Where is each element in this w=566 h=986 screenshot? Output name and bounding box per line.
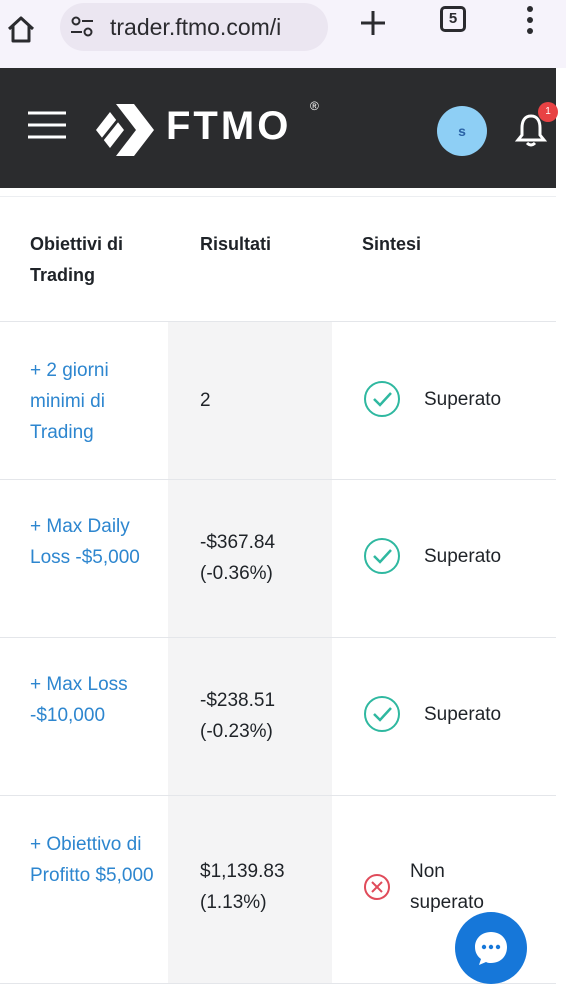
tune-icon[interactable] xyxy=(70,16,94,38)
ftmo-logo-icon[interactable] xyxy=(94,102,156,158)
result-value: -$238.51 (-0.23%) xyxy=(200,690,276,742)
avatar[interactable]: s xyxy=(437,106,487,156)
column-header-goal: Obiettivi di Trading xyxy=(30,234,124,285)
registered-mark: ® xyxy=(310,99,319,113)
status-cell: Superato xyxy=(362,379,501,419)
status-cell: Non superato xyxy=(362,856,506,918)
result-value: -$367.84 (-0.36%) xyxy=(200,532,276,584)
brand-name[interactable]: FTMO xyxy=(166,104,291,149)
table-row: + 2 giorni minimi di Trading 2 Superato xyxy=(0,322,556,480)
chat-button[interactable] xyxy=(455,912,527,984)
status-cell: Superato xyxy=(362,694,501,734)
goal-link[interactable]: + Max Daily Loss -$5,000 xyxy=(30,511,160,573)
app-header: FTMO ® s 1 xyxy=(0,68,558,188)
table-row: + Max Loss -$10,000 -$238.51 (-0.23%) Su… xyxy=(0,638,556,796)
chat-bubble-icon xyxy=(475,932,507,965)
status-text: Non superato xyxy=(410,861,484,913)
url-text[interactable]: trader.ftmo.com/i xyxy=(110,14,281,41)
goal-link[interactable]: + Obiettivo di Profitto $5,000 xyxy=(30,829,160,891)
new-tab-plus-icon[interactable] xyxy=(358,8,388,38)
status-text: Superato xyxy=(424,545,502,567)
close-circle-icon xyxy=(364,874,390,900)
table-row: + Max Daily Loss -$5,000 -$367.84 (-0.36… xyxy=(0,480,556,638)
result-value: 2 xyxy=(200,390,211,411)
address-bar[interactable]: trader.ftmo.com/i xyxy=(60,3,328,51)
column-header-results: Risultati xyxy=(200,234,272,254)
trading-objectives-table: Obiettivi di Trading Risultati Sintesi +… xyxy=(0,196,556,984)
column-header-summary: Sintesi xyxy=(362,234,422,254)
status-text: Superato xyxy=(424,388,502,410)
hamburger-menu-icon[interactable] xyxy=(28,110,66,140)
check-circle-icon xyxy=(364,538,400,574)
result-value: $1,139.83 (1.13%) xyxy=(200,861,285,913)
tab-count-button[interactable]: 5 xyxy=(440,6,466,32)
check-circle-icon xyxy=(364,381,400,417)
more-vert-icon[interactable] xyxy=(524,4,536,36)
status-cell: Superato xyxy=(362,536,501,576)
home-icon[interactable] xyxy=(4,12,38,46)
check-circle-icon xyxy=(364,696,400,732)
table-header-row: Obiettivi di Trading Risultati Sintesi xyxy=(0,196,556,322)
status-text: Superato xyxy=(424,703,502,725)
goal-link[interactable]: + 2 giorni minimi di Trading xyxy=(30,355,160,448)
browser-toolbar: trader.ftmo.com/i 5 xyxy=(0,0,566,68)
notification-badge: 1 xyxy=(538,102,558,122)
goal-link[interactable]: + Max Loss -$10,000 xyxy=(30,669,160,731)
